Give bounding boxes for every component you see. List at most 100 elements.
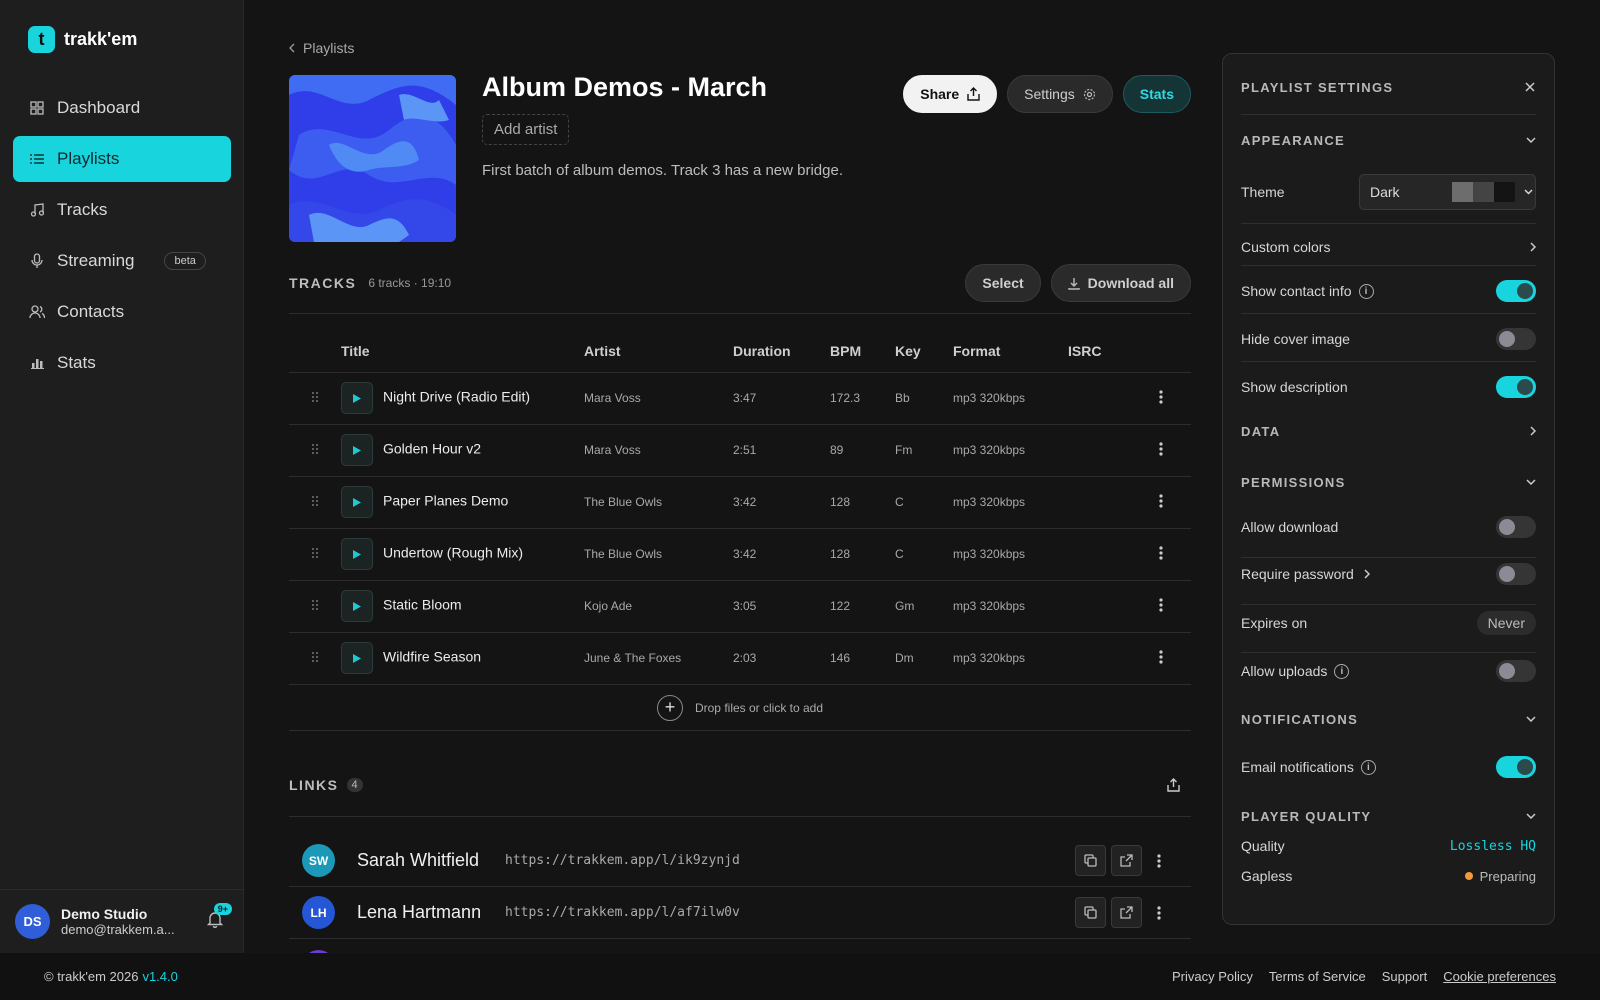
close-icon[interactable] — [1524, 81, 1536, 93]
cookie-preferences-link[interactable]: Cookie preferences — [1443, 969, 1556, 984]
app-logo[interactable]: t trakk'em — [28, 26, 137, 53]
permissions-section-toggle[interactable]: PERMISSIONS — [1241, 469, 1536, 495]
breadcrumb[interactable]: Playlists — [289, 40, 354, 56]
open-link-button[interactable] — [1111, 897, 1142, 928]
custom-colors-row[interactable]: Custom colors — [1241, 229, 1536, 265]
track-title-cell[interactable]: Static Bloom — [341, 580, 584, 633]
track-title-cell[interactable]: Paper Planes Demo — [341, 476, 584, 529]
expires-on-value[interactable]: Never — [1476, 611, 1536, 635]
play-button[interactable] — [341, 434, 373, 466]
table-row[interactable]: Paper Planes Demo The Blue Owls 3:42 128… — [289, 476, 1191, 529]
table-row[interactable]: Wildfire Season June & The Foxes 2:03 14… — [289, 632, 1191, 685]
add-artist-button[interactable]: Add artist — [482, 114, 570, 145]
drag-handle-icon[interactable] — [289, 580, 341, 633]
more-options-icon[interactable] — [1147, 853, 1171, 868]
sidebar-item-dashboard[interactable]: Dashboard — [13, 85, 231, 131]
column-header-key[interactable]: Key — [895, 330, 953, 373]
track-title-cell[interactable]: Golden Hour v2 — [341, 424, 584, 477]
sidebar-item-tracks[interactable]: Tracks — [13, 187, 231, 233]
data-section-toggle[interactable]: DATA — [1241, 418, 1536, 444]
column-header-bpm[interactable]: BPM — [830, 330, 895, 373]
more-options-icon[interactable] — [1131, 528, 1191, 581]
stats-button[interactable]: Stats — [1122, 75, 1191, 113]
settings-button[interactable]: Settings — [1007, 75, 1113, 113]
more-options-icon[interactable] — [1131, 580, 1191, 633]
play-button[interactable] — [341, 642, 373, 674]
column-header-duration[interactable]: Duration — [733, 330, 830, 373]
list-item[interactable]: SW Sarah Whitfield https://trakkem.app/l… — [289, 835, 1191, 887]
download-all-button[interactable]: Download all — [1050, 264, 1191, 302]
hide-cover-toggle[interactable] — [1496, 328, 1536, 350]
share-url[interactable]: https://trakkem.app/l/ik9zynjd — [505, 853, 740, 868]
play-button[interactable] — [341, 486, 373, 518]
sidebar-item-playlists[interactable]: Playlists — [13, 136, 231, 182]
notifications-section-toggle[interactable]: NOTIFICATIONS — [1241, 706, 1536, 732]
more-options-icon[interactable] — [1147, 905, 1171, 920]
privacy-policy-link[interactable]: Privacy Policy — [1172, 969, 1253, 984]
theme-select[interactable]: Dark — [1359, 174, 1536, 210]
appearance-section-toggle[interactable]: APPEARANCE — [1241, 128, 1536, 152]
support-link[interactable]: Support — [1382, 969, 1428, 984]
track-title-cell[interactable]: Wildfire Season — [341, 632, 584, 685]
list-item[interactable]: LH Lena Hartmann https://trakkem.app/l/a… — [289, 887, 1191, 939]
table-row[interactable]: Golden Hour v2 Mara Voss 2:51 89 Fm mp3 … — [289, 424, 1191, 477]
export-icon[interactable] — [1167, 778, 1180, 792]
add-files-dropzone[interactable]: + Drop files or click to add — [289, 685, 1191, 731]
sidebar-item-streaming[interactable]: Streaming beta — [13, 238, 231, 284]
info-icon[interactable]: i — [1358, 283, 1374, 299]
user-profile[interactable]: DS Demo Studio demo@trakkem.a... 9+ — [0, 889, 244, 953]
version-link[interactable]: v1.4.0 — [142, 969, 177, 984]
track-title-cell[interactable]: Undertow (Rough Mix) — [341, 528, 584, 581]
sidebar-item-contacts[interactable]: Contacts — [13, 289, 231, 335]
notifications-button[interactable]: 9+ — [206, 903, 232, 929]
info-icon[interactable]: i — [1360, 759, 1376, 775]
share-label: Share — [920, 86, 960, 102]
quality-value[interactable]: Lossless HQ — [1450, 839, 1536, 854]
require-password-label[interactable]: Require password — [1241, 566, 1354, 582]
player-quality-section-toggle[interactable]: PLAYER QUALITY — [1241, 803, 1536, 829]
dropzone-label: Drop files or click to add — [694, 700, 824, 715]
table-row[interactable]: Undertow (Rough Mix) The Blue Owls 3:42 … — [289, 528, 1191, 581]
show-contact-toggle[interactable] — [1496, 280, 1536, 302]
column-header-format[interactable]: Format — [953, 330, 1068, 373]
copy-link-button[interactable] — [1075, 845, 1106, 876]
drag-handle-icon[interactable] — [289, 372, 341, 425]
share-url[interactable]: https://trakkem.app/l/af7ilw0v — [505, 905, 740, 920]
play-button[interactable] — [341, 590, 373, 622]
drag-handle-icon[interactable] — [289, 476, 341, 529]
drag-handle-icon[interactable] — [289, 424, 341, 477]
column-header-title[interactable]: Title — [341, 330, 584, 373]
play-button[interactable] — [341, 538, 373, 570]
playlist-cover-image[interactable] — [289, 75, 456, 242]
allow-download-toggle[interactable] — [1496, 516, 1536, 538]
more-options-icon[interactable] — [1131, 372, 1191, 425]
main-content: Playlists Album Demos - March Add artist… — [289, 0, 1191, 953]
more-options-icon[interactable] — [1131, 476, 1191, 529]
column-header-isrc[interactable]: ISRC — [1068, 330, 1131, 373]
gear-icon — [1083, 88, 1095, 100]
table-row[interactable]: Static Bloom Kojo Ade 3:05 122 Gm mp3 32… — [289, 580, 1191, 633]
play-button[interactable] — [341, 382, 373, 414]
list-item[interactable] — [289, 940, 1191, 953]
column-header-artist[interactable]: Artist — [584, 330, 733, 373]
show-description-toggle[interactable] — [1496, 376, 1536, 398]
share-button[interactable]: Share — [903, 75, 998, 113]
email-notifications-toggle[interactable] — [1496, 756, 1536, 778]
select-button[interactable]: Select — [965, 264, 1041, 302]
copy-link-button[interactable] — [1075, 897, 1106, 928]
track-bpm: 89 — [830, 424, 895, 477]
track-format: mp3 320kbps — [953, 632, 1068, 685]
terms-link[interactable]: Terms of Service — [1269, 969, 1366, 984]
allow-uploads-toggle[interactable] — [1496, 660, 1536, 682]
info-icon[interactable]: i — [1334, 663, 1350, 679]
sidebar-item-stats[interactable]: Stats — [13, 340, 231, 386]
drag-handle-icon[interactable] — [289, 632, 341, 685]
require-password-toggle[interactable] — [1496, 563, 1536, 585]
more-options-icon[interactable] — [1131, 424, 1191, 477]
drag-handle-icon[interactable] — [289, 528, 341, 581]
table-row[interactable]: Night Drive (Radio Edit) Mara Voss 3:47 … — [289, 372, 1191, 425]
open-link-button[interactable] — [1111, 845, 1142, 876]
play-icon — [353, 497, 361, 507]
track-title-cell[interactable]: Night Drive (Radio Edit) — [341, 372, 584, 425]
more-options-icon[interactable] — [1131, 632, 1191, 685]
